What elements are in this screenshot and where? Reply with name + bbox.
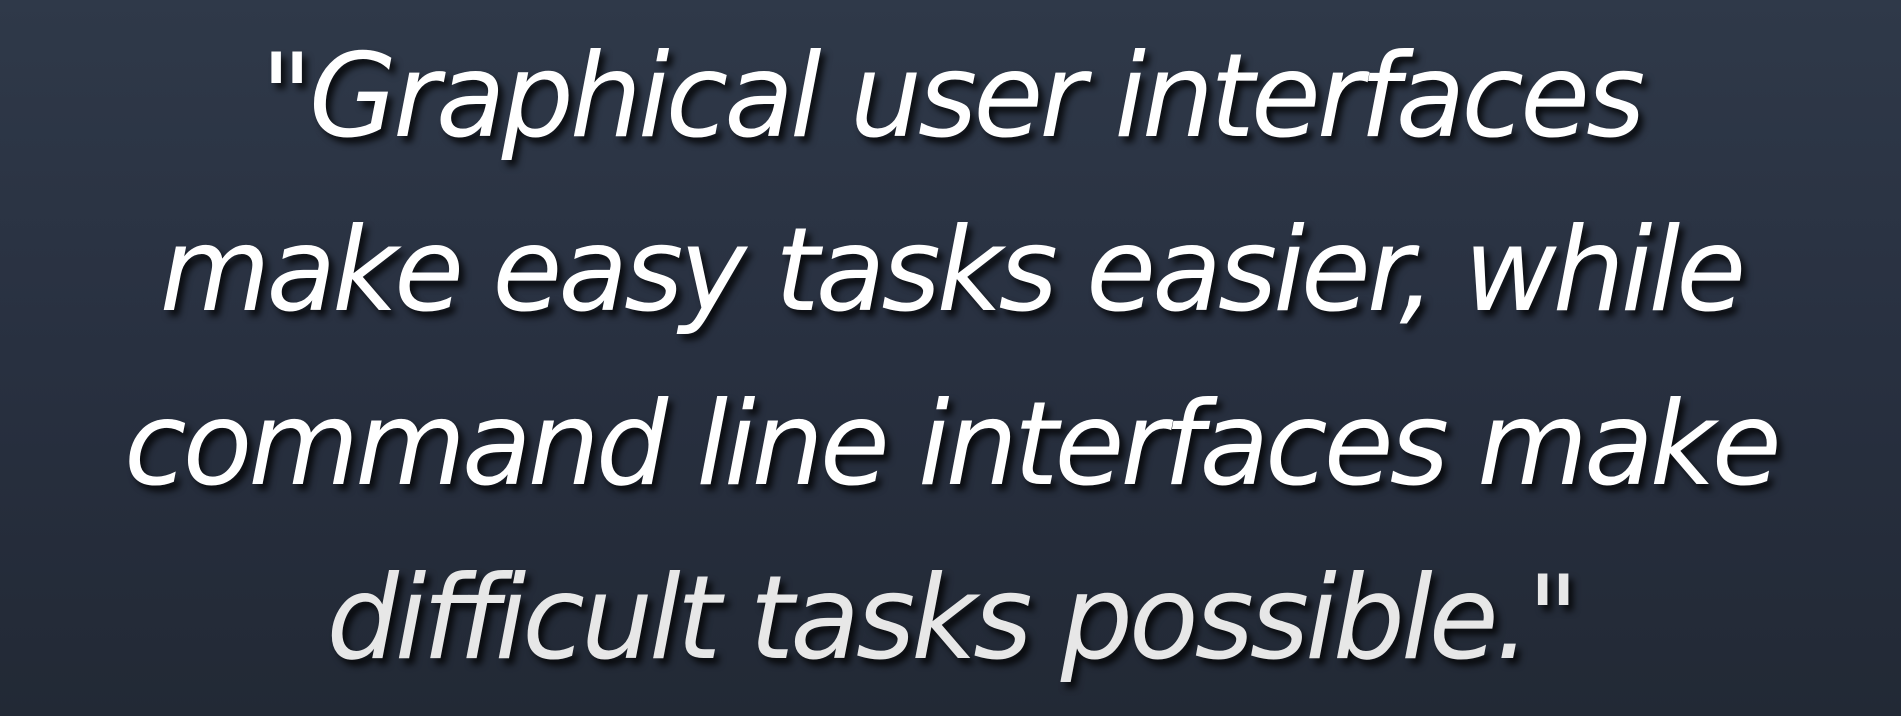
quote-slide: "Graphical user interfaces make easy tas… xyxy=(0,0,1901,716)
quote-line-2: make easy tasks easier, while xyxy=(159,203,1746,338)
quote-line-4: difficult tasks possible." xyxy=(326,551,1579,686)
quote-line-1: "Graphical user interfaces xyxy=(260,29,1645,164)
quote-line-3: command line interfaces make xyxy=(123,377,1782,512)
quote-text: "Graphical user interfaces make easy tas… xyxy=(39,10,1862,706)
